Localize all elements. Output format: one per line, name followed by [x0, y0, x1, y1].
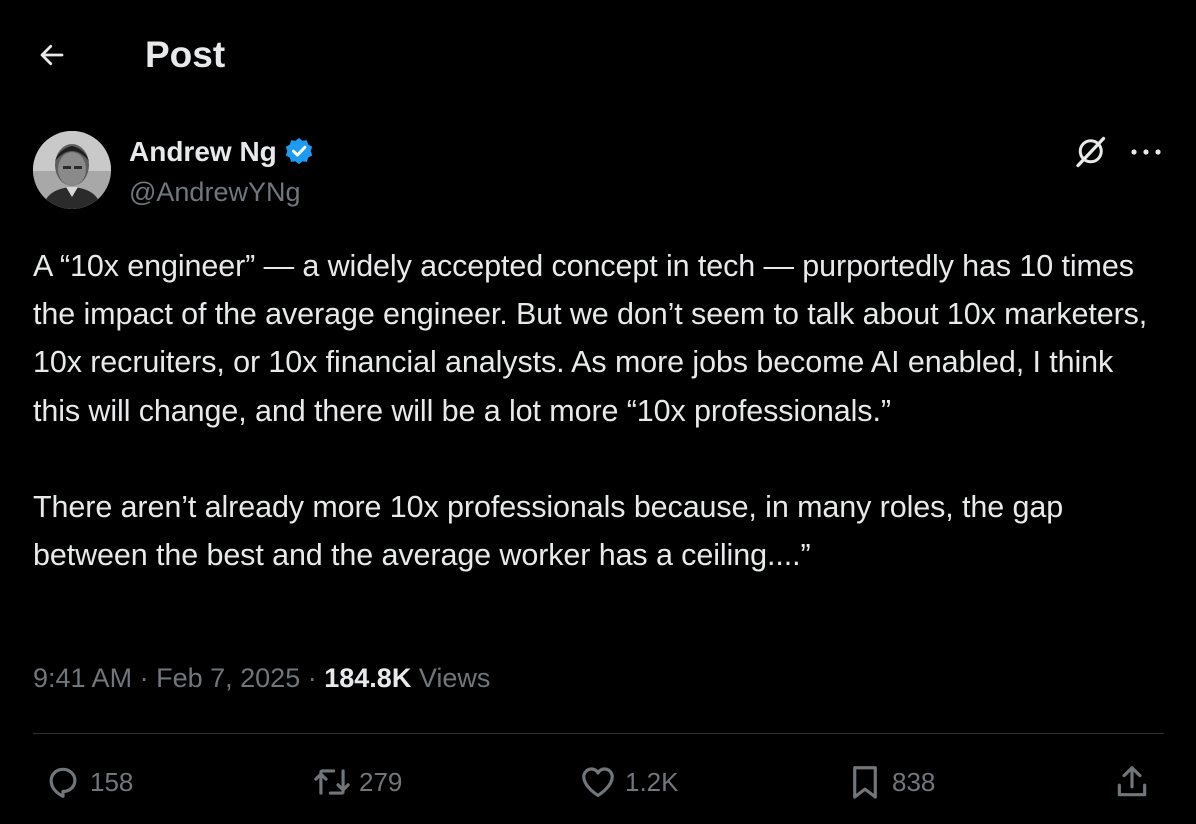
- bookmark-count: 838: [892, 766, 936, 797]
- views-count[interactable]: 184.8K: [324, 663, 411, 693]
- reply-count: 158: [90, 766, 134, 797]
- post-date[interactable]: Feb 7, 2025: [156, 663, 300, 693]
- post-meta: 9:41 AM · Feb 7, 2025 · 184.8K Views: [33, 658, 490, 698]
- meta-separator: ·: [307, 663, 317, 693]
- verified-badge-icon[interactable]: [283, 136, 315, 168]
- divider: [33, 733, 1164, 734]
- share-button[interactable]: [1113, 752, 1151, 812]
- avatar[interactable]: [33, 131, 111, 209]
- like-count: 1.2K: [625, 766, 679, 797]
- author-name[interactable]: Andrew Ng: [129, 134, 277, 170]
- repost-button[interactable]: 279: [313, 752, 402, 812]
- author-name-row: Andrew Ng: [129, 134, 315, 170]
- repost-count: 279: [359, 766, 403, 797]
- meta-separator: ·: [139, 663, 149, 693]
- reply-button[interactable]: 158: [44, 752, 133, 812]
- back-button[interactable]: [30, 33, 74, 77]
- page-title: Post: [145, 34, 226, 75]
- heart-icon: [582, 767, 614, 798]
- avatar-image: [33, 131, 111, 209]
- reply-icon: [49, 767, 77, 798]
- like-button[interactable]: 1.2K: [579, 752, 679, 812]
- grok-icon: [1076, 136, 1106, 168]
- share-icon: [1117, 766, 1147, 797]
- repost-icon: [314, 769, 350, 795]
- post-time[interactable]: 9:41 AM: [33, 663, 132, 693]
- action-bar: 158 279 1.2K 838: [0, 752, 1196, 812]
- views-label: Views: [418, 663, 491, 693]
- more-dots-icon: [1131, 149, 1161, 155]
- bookmark-button[interactable]: 838: [846, 752, 935, 812]
- post-text: A “10x engineer” — a widely accepted con…: [33, 249, 1148, 573]
- bookmark-icon: [853, 766, 877, 799]
- grok-button[interactable]: [1070, 132, 1110, 172]
- more-options-button[interactable]: [1124, 132, 1168, 172]
- author-handle[interactable]: @AndrewYNg: [129, 175, 300, 209]
- arrow-left-icon: [40, 44, 64, 66]
- post-header: Post: [0, 0, 1196, 110]
